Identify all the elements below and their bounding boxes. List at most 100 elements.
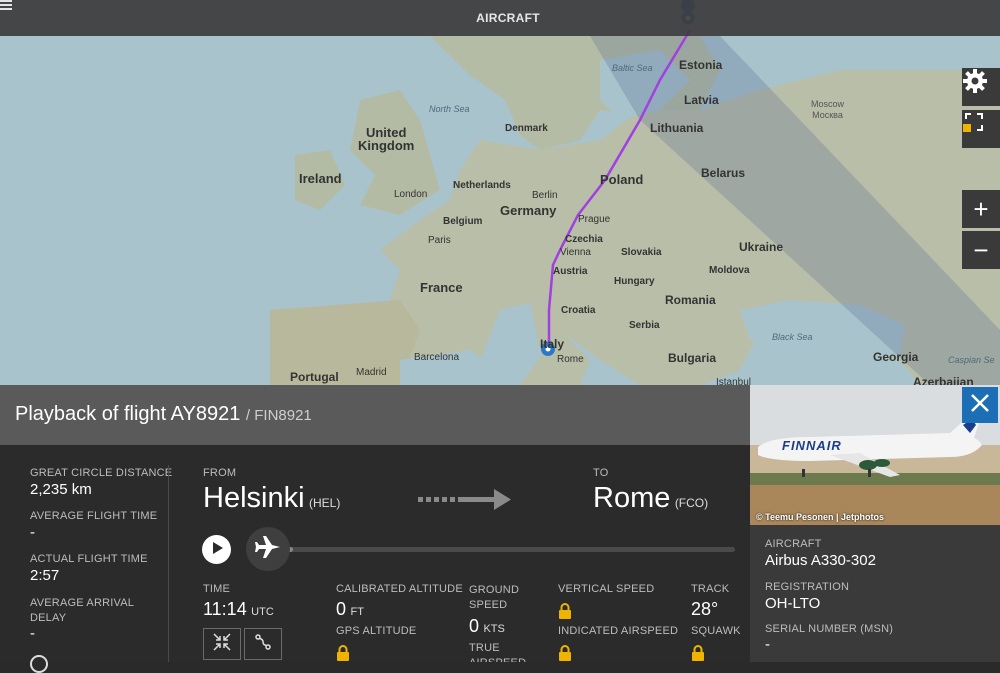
vertical-speed-label: VERTICAL SPEED xyxy=(558,583,655,595)
map-label-istanbul: Istanbul xyxy=(716,377,752,385)
from-airport: Helsinki (HEL) xyxy=(203,482,340,515)
map-label-black-sea: Black Sea xyxy=(772,332,813,342)
track-value: 28° xyxy=(691,599,719,619)
calibrated-altitude-label: CALIBRATED ALTITUDE xyxy=(336,583,463,595)
ground-speed-label: GROUND SPEED xyxy=(469,584,520,611)
time-unit: UTC xyxy=(251,606,274,618)
map-label-moscow: Moscow Москва xyxy=(811,99,844,121)
true-airspeed-label: TRUE AIRSPEED xyxy=(469,642,526,662)
ground-speed-group: 0 KTS xyxy=(469,616,505,637)
map-label-latvia: Latvia xyxy=(684,93,719,107)
aircraft-menu-label: AIRCRAFT xyxy=(476,11,540,25)
map-label-madrid: Madrid xyxy=(356,367,387,378)
map-label-france: France xyxy=(420,280,463,295)
map-label-netherlands: Netherlands xyxy=(453,180,511,191)
map[interactable]: North Sea Baltic Sea Black Sea Caspian S… xyxy=(0,0,1000,385)
map-label-lithuania: Lithuania xyxy=(650,121,704,135)
to-city: Rome xyxy=(593,482,671,514)
map-label-romania: Romania xyxy=(665,293,716,307)
route-arrow-icon xyxy=(418,485,512,518)
avg-arrival-delay-value: - xyxy=(30,625,35,642)
fullscreen-button[interactable] xyxy=(962,110,1000,148)
map-label-vienna: Vienna xyxy=(560,247,591,258)
flight-title: Playback of flight AY8921 / FIN8921 xyxy=(15,403,312,426)
map-label-baltic-sea: Baltic Sea xyxy=(612,63,653,73)
actual-flight-time-value: 2:57 xyxy=(30,567,60,584)
actual-flight-time-label: ACTUAL FLIGHT TIME xyxy=(30,553,148,565)
map-label-bulgaria: Bulgaria xyxy=(668,351,717,365)
map-label-czechia: Czechia xyxy=(565,234,603,245)
map-label-belarus: Belarus xyxy=(701,166,746,180)
settings-button[interactable] xyxy=(962,68,1000,106)
info-icon[interactable] xyxy=(30,655,48,673)
aircraft-photo[interactable]: FINNAIR © Teemu Pesonen | Jetphotos xyxy=(750,385,1000,525)
map-label-estonia: Estonia xyxy=(679,58,723,72)
play-icon xyxy=(211,541,223,559)
indicated-airspeed-label: INDICATED AIRSPEED xyxy=(558,625,679,637)
calibrated-altitude-value: 0 xyxy=(336,599,347,619)
avg-flight-time-value: - xyxy=(30,524,35,541)
calibrated-altitude-unit: FT xyxy=(350,606,364,618)
column-divider xyxy=(168,465,169,662)
avg-arrival-delay-label: AVERAGE ARRIVAL DELAY xyxy=(30,597,135,624)
map-label-belgium: Belgium xyxy=(443,216,483,227)
play-button[interactable] xyxy=(202,535,231,564)
map-label-poland: Poland xyxy=(600,172,644,187)
map-label-denmark: Denmark xyxy=(505,123,548,134)
map-label-hungary: Hungary xyxy=(614,276,655,287)
zoom-out-button[interactable]: − xyxy=(962,231,1000,269)
map-label-portugal: Portugal xyxy=(290,370,339,384)
zoom-in-button[interactable]: + xyxy=(962,190,1000,228)
flight-callsign: / FIN8921 xyxy=(245,407,312,424)
time-value-group: 11:14 UTC xyxy=(203,599,274,620)
ground-speed-unit: KTS xyxy=(483,623,505,635)
map-label-croatia: Croatia xyxy=(561,305,596,316)
registration-value: OH-LTO xyxy=(765,595,821,612)
map-label-serbia: Serbia xyxy=(629,320,660,331)
vertical-speed-lock-icon[interactable] xyxy=(558,603,572,624)
map-label-austria: Austria xyxy=(553,266,588,277)
time-value: 11:14 xyxy=(203,599,247,619)
ground-speed-value: 0 xyxy=(469,616,480,636)
airplane-icon xyxy=(254,533,282,566)
map-label-barcelona: Barcelona xyxy=(414,352,460,363)
route-toggle-button[interactable] xyxy=(244,628,282,660)
map-label-moscow-ru: Москва xyxy=(812,110,843,120)
aircraft-menu-bar[interactable]: AIRCRAFT xyxy=(0,0,1000,36)
squawk-label: SQUAWK xyxy=(691,625,741,637)
aircraft-type-label: AIRCRAFT xyxy=(765,538,822,550)
map-label-slovakia: Slovakia xyxy=(621,247,662,258)
flight-title-bar: Playback of flight AY8921 / FIN8921 xyxy=(0,385,750,445)
close-button[interactable] xyxy=(962,387,998,423)
map-label-ireland: Ireland xyxy=(299,171,342,186)
map-label-north-sea: North Sea xyxy=(429,104,470,114)
squawk-lock-icon[interactable] xyxy=(691,645,705,666)
map-label-london: London xyxy=(394,189,428,200)
map-label-united-kingdom: United Kingdom xyxy=(358,125,415,153)
route-icon xyxy=(254,633,272,656)
from-city: Helsinki xyxy=(203,482,305,514)
aircraft-type-value: Airbus A330-302 xyxy=(765,552,876,569)
photo-credit[interactable]: © Teemu Pesonen | Jetphotos xyxy=(756,512,884,522)
aircraft-livery-text: FINNAIR xyxy=(782,438,842,453)
indicated-airspeed-lock-icon[interactable] xyxy=(558,645,572,666)
from-label: FROM xyxy=(203,467,237,479)
playback-handle[interactable] xyxy=(246,527,290,571)
serial-number-value: - xyxy=(765,636,770,653)
avg-flight-time-label: AVERAGE FLIGHT TIME xyxy=(30,510,158,522)
center-aircraft-button[interactable] xyxy=(203,628,241,660)
to-airport: Rome (FCO) xyxy=(593,482,708,515)
great-circle-value: 2,235 km xyxy=(30,481,92,498)
flight-title-text: Playback of flight AY8921 xyxy=(15,403,241,425)
map-label-berlin: Berlin xyxy=(532,190,558,201)
map-label-italy: Italy xyxy=(540,337,565,351)
track-label: TRACK xyxy=(691,583,730,595)
playback-slider[interactable] xyxy=(270,547,735,552)
gps-altitude-label: GPS ALTITUDE xyxy=(336,625,417,637)
map-label-germany: Germany xyxy=(500,203,557,218)
calibrated-altitude-group: 0 FT xyxy=(336,599,364,620)
aircraft-info-panel: AIRCRAFT Airbus A330-302 REGISTRATION OH… xyxy=(750,525,1000,662)
gps-altitude-lock-icon[interactable] xyxy=(336,645,350,666)
serial-number-label: SERIAL NUMBER (MSN) xyxy=(765,623,894,635)
map-label-caspian-sea: Caspian Se xyxy=(948,355,995,365)
